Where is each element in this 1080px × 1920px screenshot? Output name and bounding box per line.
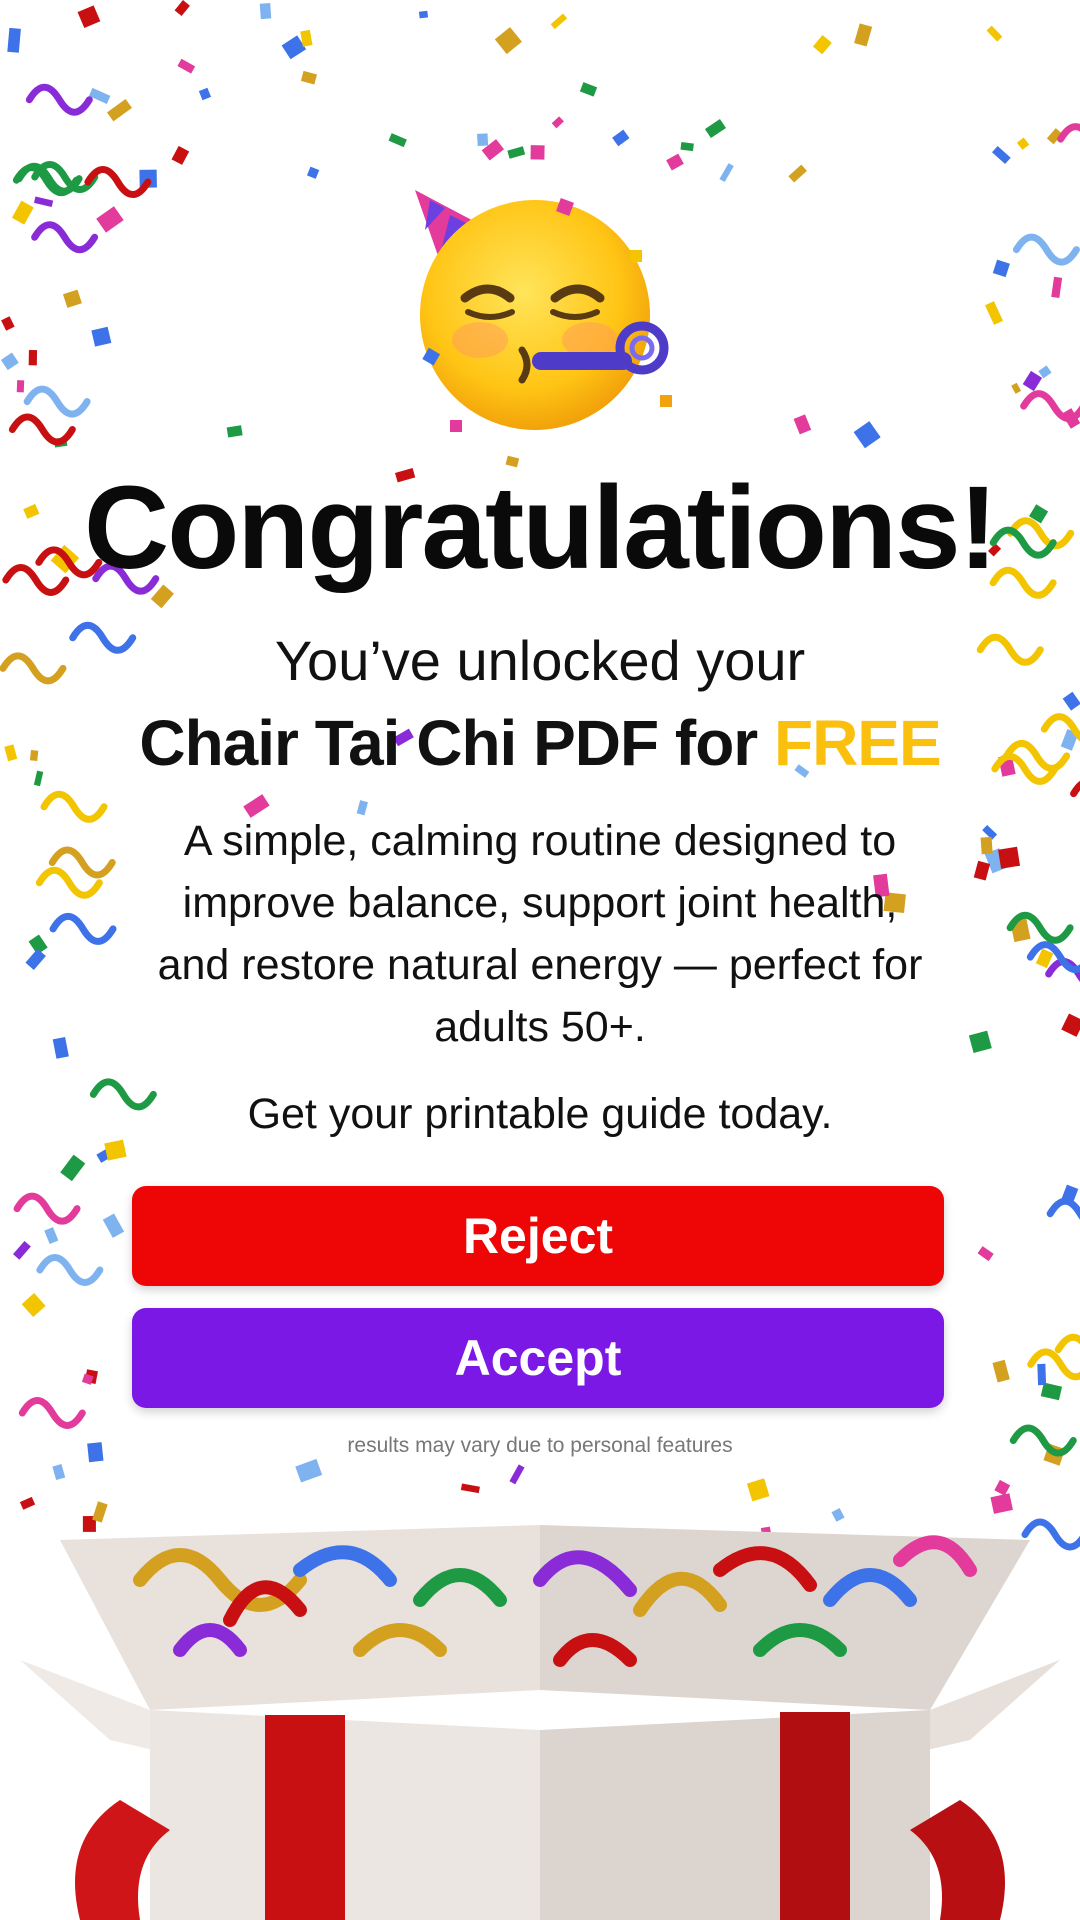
partying-face-icon: [415, 190, 672, 432]
page-title: Congratulations!: [84, 462, 998, 594]
open-gift-box-icon: [20, 1525, 1060, 1920]
reject-button[interactable]: Reject: [132, 1186, 944, 1286]
cta-text: Get your printable guide today.: [247, 1090, 833, 1138]
disclaimer-text: results may vary due to personal feature…: [347, 1434, 733, 1457]
subtitle-unlocked: You’ve unlocked your: [274, 629, 806, 692]
description-text: A simple, calming routine designed to im…: [157, 817, 923, 1051]
subtitle-offer: Chair Tai Chi PDF for FREE: [0, 706, 1080, 780]
free-highlight: FREE: [773, 707, 942, 779]
accept-button[interactable]: Accept: [132, 1308, 944, 1408]
subtitle-offer-text: Chair Tai Chi PDF for: [139, 707, 774, 779]
